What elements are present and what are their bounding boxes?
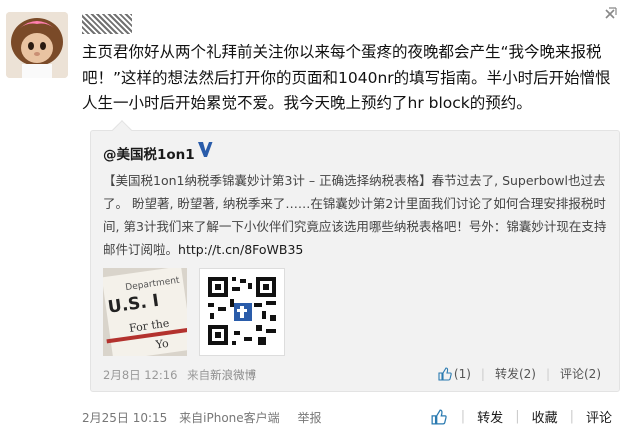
thumb-line2: Yo [154,337,170,352]
post-actions: | 转发 | 收藏 | 评论 [431,407,612,426]
separator: | [545,366,550,381]
repost-repost-button[interactable]: 转发(2) [495,365,536,382]
repost-link[interactable]: http://t.cn/8FoWB35 [178,242,303,257]
post-meta: 2月25日 10:15 来自iPhone客户端 举报 [82,409,322,426]
report-link[interactable]: 举报 [298,411,322,425]
separator: | [480,366,485,381]
post-source-prefix: 来自 [179,411,204,425]
separator: | [569,409,574,424]
repost-time[interactable]: 2月8日 12:16 [103,368,177,382]
repost-source-prefix: 来自 [187,368,211,382]
repost-like-count[interactable]: (1) [454,367,471,381]
qr-code-thumbnail[interactable] [199,268,285,356]
close-icon[interactable] [604,6,618,20]
repost-comment-button[interactable]: 评论(2) [560,365,601,382]
repost-actions: (1) | 转发(2) | 评论(2) [438,365,601,382]
comment-button[interactable]: 评论 [586,407,612,426]
post-time[interactable]: 2月25日 10:15 [82,411,167,425]
repost-arrow [112,120,132,140]
repost-text: 【美国税1on1纳税季锦囊妙计第3计 – 正确选择纳税表格】春节过去了, Sup… [103,169,613,261]
verified-v-icon[interactable] [197,139,213,159]
tax-form-thumbnail[interactable]: Department U.S. I For the Yo [103,268,187,356]
repost-meta: 2月8日 12:16 来自新浪微博 [103,367,256,383]
avatar[interactable] [6,12,68,78]
username-pixelated[interactable] [82,14,132,34]
repost-card: @美国税1on1 【美国税1on1纳税季锦囊妙计第3计 – 正确选择纳税表格】春… [90,120,620,392]
like-thumb-icon[interactable] [431,409,447,425]
separator: | [460,409,466,424]
favorite-button[interactable]: 收藏 [532,407,558,426]
like-thumb-icon[interactable] [438,366,452,381]
repost-author[interactable]: @美国税1on1 [103,143,195,163]
post-source[interactable]: iPhone客户端 [203,411,280,425]
post-text: 主页君你好从两个礼拜前关注你以来每个蛋疼的夜晚都会产生“我今晚来报税吧！”这样的… [82,43,611,112]
repost-button[interactable]: 转发 [477,407,503,426]
separator: | [515,409,520,424]
repost-source[interactable]: 新浪微博 [210,368,256,382]
